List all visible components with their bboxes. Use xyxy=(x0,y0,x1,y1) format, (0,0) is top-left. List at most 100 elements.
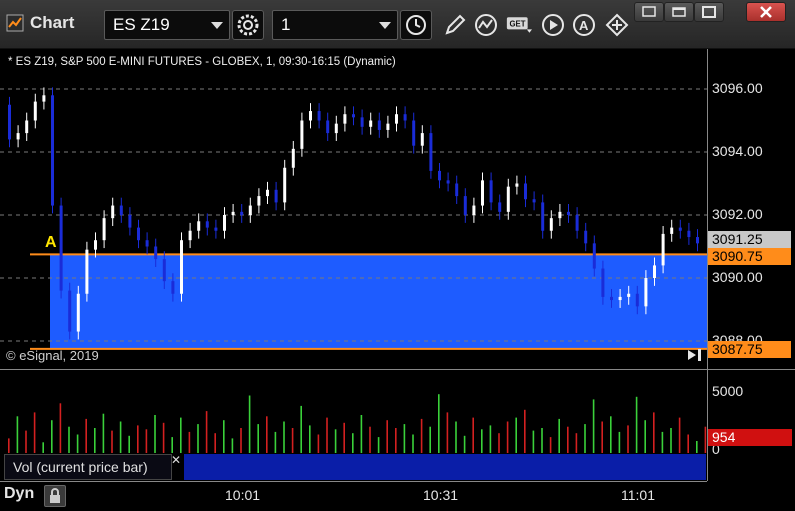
price-bar xyxy=(352,114,355,118)
price-bar xyxy=(76,293,80,332)
price-bar xyxy=(291,148,295,168)
interval-value: 1 xyxy=(281,15,291,34)
price-bar xyxy=(567,211,570,215)
alert-a-icon[interactable]: A xyxy=(572,12,598,38)
price-bar xyxy=(8,104,11,140)
price-label: 3096.00 xyxy=(712,80,763,96)
maximize-button[interactable] xyxy=(694,2,724,22)
price-bar xyxy=(653,265,656,278)
volume-bar xyxy=(154,415,156,454)
chart-window-icon[interactable] xyxy=(6,14,24,32)
time-button[interactable] xyxy=(400,10,432,40)
price-bar xyxy=(25,120,29,134)
volume-bar xyxy=(549,437,552,454)
study-label-row: Vol (current price bar) ✕ xyxy=(0,453,707,481)
price-bar xyxy=(532,199,536,203)
volume-bar xyxy=(283,421,285,454)
volume-bar xyxy=(618,431,621,454)
level-low-value: 3087.75 xyxy=(712,341,763,357)
volume-chart[interactable] xyxy=(0,370,707,454)
volume-bar xyxy=(575,433,578,454)
restore-button[interactable] xyxy=(664,2,694,22)
volume-bar xyxy=(291,428,294,454)
volume-pane[interactable] xyxy=(0,369,707,454)
price-bar xyxy=(111,205,115,219)
price-bar xyxy=(248,205,252,215)
last-price-value: 3091.25 xyxy=(712,231,763,247)
volume-bar xyxy=(584,424,586,454)
volume-bar xyxy=(274,431,277,454)
close-button[interactable] xyxy=(746,2,786,22)
dynamic-mode-label[interactable]: Dyn xyxy=(4,485,34,503)
price-chart-pane[interactable]: A xyxy=(0,49,707,369)
volume-bar xyxy=(678,417,681,454)
window-title: Chart xyxy=(30,13,75,32)
price-bar xyxy=(240,211,244,215)
price-bar xyxy=(438,170,441,181)
volume-bar xyxy=(180,417,182,454)
cursor-icon[interactable] xyxy=(604,12,630,38)
symbol-dropdown[interactable]: ES Z19 xyxy=(104,10,230,40)
volume-bar xyxy=(687,434,689,454)
price-bar xyxy=(627,293,631,297)
clock-icon xyxy=(406,15,426,35)
settings-button[interactable] xyxy=(232,10,264,40)
volume-bar xyxy=(395,428,397,454)
volume-bar xyxy=(601,421,603,454)
volume-bar xyxy=(653,412,655,454)
chevron-down-icon xyxy=(379,22,391,29)
settings-gear-icon xyxy=(237,14,259,36)
volume-study-label[interactable]: Vol (current price bar) xyxy=(4,454,172,480)
zone-rect xyxy=(50,254,707,349)
price-chart[interactable]: A xyxy=(0,49,707,369)
volume-bar xyxy=(33,412,36,454)
price-bar xyxy=(205,221,209,228)
volume-current-tag: 954 xyxy=(708,429,792,446)
price-bar xyxy=(145,240,149,247)
volume-bar xyxy=(51,420,53,454)
volume-bar xyxy=(59,403,62,454)
study-bar-fill xyxy=(184,454,706,480)
price-bar xyxy=(395,114,398,124)
lock-icon[interactable] xyxy=(44,485,66,507)
price-bar xyxy=(42,95,46,102)
volume-bar xyxy=(188,431,191,454)
price-bar xyxy=(687,230,691,238)
pencil-draw-icon[interactable] xyxy=(442,12,468,38)
price-bar xyxy=(317,111,321,121)
close-study-icon[interactable]: ✕ xyxy=(171,453,181,467)
volume-axis-label: 5000 xyxy=(712,383,744,399)
get-data-icon[interactable]: GET xyxy=(506,12,532,38)
time-axis[interactable]: Dyn 10:01 10:31 11:01 xyxy=(0,481,707,509)
price-bar xyxy=(283,167,287,203)
volume-bar xyxy=(334,429,337,454)
price-bar xyxy=(326,120,330,134)
chart-info-line: * ES Z19, S&P 500 E-MINI FUTURES - GLOBE… xyxy=(8,56,396,68)
volume-bar xyxy=(343,422,345,454)
volume-bar xyxy=(16,416,19,454)
volume-bar xyxy=(644,420,646,454)
price-label: 3090.00 xyxy=(712,269,763,285)
volume-bar xyxy=(506,421,509,454)
volume-bar xyxy=(412,434,414,454)
play-icon[interactable] xyxy=(540,12,566,38)
close-icon xyxy=(760,6,772,18)
chart-window: Chart ES Z19 1 GET A A * ES Z19, S&P 500… xyxy=(0,0,795,509)
volume-bar xyxy=(567,426,569,454)
symbol-value: ES Z19 xyxy=(113,15,170,34)
volume-bar xyxy=(257,424,259,454)
volume-bar xyxy=(403,424,406,454)
price-bar xyxy=(68,290,72,332)
price-bar xyxy=(420,133,424,146)
minimize-pane-button[interactable] xyxy=(634,2,664,22)
price-bar xyxy=(128,215,132,228)
price-bar xyxy=(197,221,201,231)
price-bar xyxy=(481,180,484,206)
price-bar xyxy=(102,218,106,241)
interval-dropdown[interactable]: 1 xyxy=(272,10,398,40)
scroll-to-end-icon[interactable] xyxy=(686,348,704,362)
volume-bar xyxy=(197,424,199,454)
volume-bar xyxy=(205,411,208,454)
squiggle-study-icon[interactable] xyxy=(474,12,500,38)
volume-bar xyxy=(438,394,440,454)
